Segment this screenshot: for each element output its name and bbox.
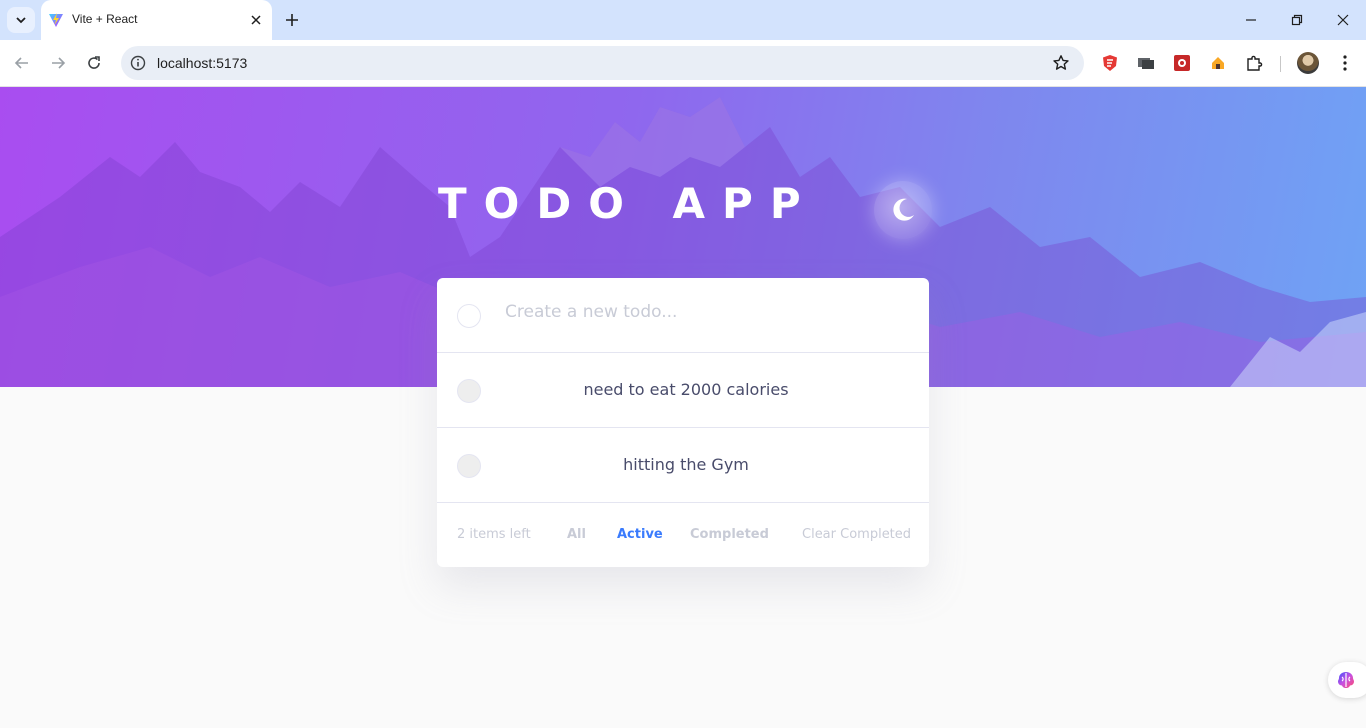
back-arrow-icon bbox=[14, 57, 28, 69]
window-close-icon bbox=[1337, 14, 1349, 26]
brain-icon bbox=[1338, 672, 1354, 688]
filter-all[interactable]: All bbox=[567, 527, 586, 542]
theme-toggle-button[interactable] bbox=[874, 181, 932, 239]
todo-text[interactable]: hitting the Gym bbox=[437, 455, 929, 474]
new-todo-input[interactable] bbox=[505, 302, 905, 322]
extension-screen-icon[interactable] bbox=[1136, 53, 1156, 73]
tab-close-button[interactable] bbox=[246, 10, 266, 30]
todo-card: need to eat 2000 calories hitting the Gy… bbox=[437, 278, 929, 567]
chevron-down-icon bbox=[16, 17, 26, 24]
tab-title: Vite + React bbox=[72, 12, 138, 26]
new-tab-button[interactable] bbox=[281, 9, 303, 31]
restore-button[interactable] bbox=[1285, 8, 1309, 32]
page-viewport: TODO APP need to eat 2000 calories hitti… bbox=[0, 87, 1366, 728]
filter-completed[interactable]: Completed bbox=[690, 527, 769, 542]
items-left-count: 2 items left bbox=[457, 527, 531, 542]
app-title: TODO APP bbox=[438, 179, 818, 228]
toolbar-divider bbox=[1280, 56, 1281, 72]
window-close-button[interactable] bbox=[1331, 8, 1355, 32]
new-todo-check-circle[interactable] bbox=[457, 304, 481, 328]
reload-icon bbox=[88, 56, 100, 69]
moon-icon bbox=[893, 198, 914, 221]
forward-button[interactable] bbox=[46, 51, 70, 75]
browser-tab[interactable]: Vite + React bbox=[41, 0, 272, 40]
reload-button[interactable] bbox=[82, 51, 106, 75]
extension-shield-icon[interactable] bbox=[1100, 53, 1120, 73]
extension-red-icon[interactable] bbox=[1172, 53, 1192, 73]
tab-search-button[interactable] bbox=[7, 7, 35, 33]
menu-dots-icon bbox=[1343, 55, 1347, 71]
filter-active[interactable]: Active bbox=[617, 527, 663, 542]
vite-favicon bbox=[49, 13, 63, 27]
address-bar[interactable]: localhost:5173 bbox=[121, 46, 1084, 80]
browser-toolbar: localhost:5173 bbox=[0, 40, 1366, 87]
back-button[interactable] bbox=[10, 51, 34, 75]
browser-menu-button[interactable] bbox=[1335, 53, 1355, 73]
todo-text[interactable]: need to eat 2000 calories bbox=[437, 380, 929, 399]
extensions-puzzle-icon[interactable] bbox=[1244, 53, 1264, 73]
url-text: localhost:5173 bbox=[157, 55, 248, 71]
clear-completed-button[interactable]: Clear Completed bbox=[802, 527, 911, 542]
plus-icon bbox=[286, 14, 298, 26]
profile-avatar[interactable] bbox=[1297, 52, 1319, 74]
todo-item: need to eat 2000 calories bbox=[437, 353, 929, 428]
site-info-icon[interactable] bbox=[129, 54, 147, 72]
new-todo-row bbox=[437, 278, 929, 353]
todo-item: hitting the Gym bbox=[437, 428, 929, 503]
floating-assistant-button[interactable] bbox=[1328, 662, 1366, 698]
bookmark-star-icon[interactable] bbox=[1052, 54, 1070, 72]
forward-arrow-icon bbox=[52, 57, 66, 69]
todo-footer: 2 items left All Active Completed Clear … bbox=[437, 504, 929, 567]
extension-house-icon[interactable] bbox=[1208, 53, 1228, 73]
restore-icon bbox=[1291, 14, 1303, 26]
browser-tab-bar: Vite + React bbox=[0, 0, 1366, 40]
close-icon bbox=[251, 15, 261, 25]
minimize-button[interactable] bbox=[1239, 8, 1263, 32]
minimize-icon bbox=[1246, 19, 1256, 21]
